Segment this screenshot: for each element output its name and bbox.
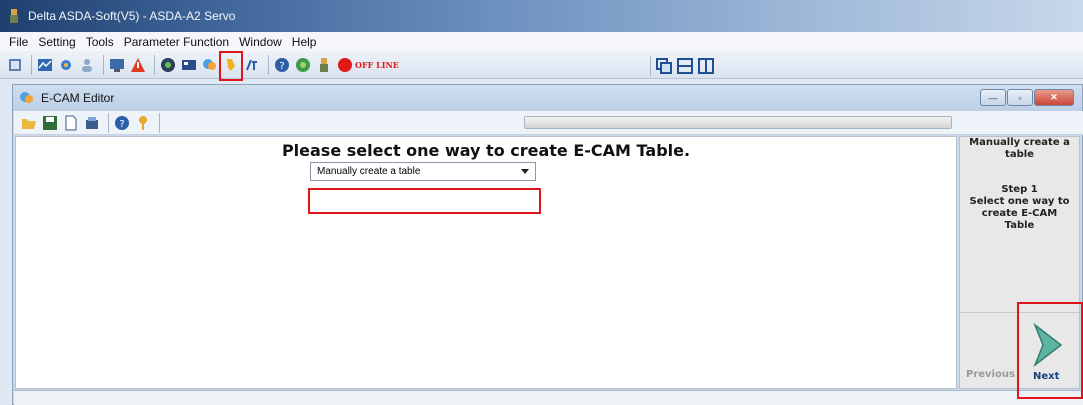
step-title: Step 1	[1001, 184, 1038, 195]
offline-indicator-icon	[338, 57, 352, 72]
wizard-heading: Please select one way to create E-CAM Ta…	[281, 141, 691, 160]
close-button[interactable]: ✕	[1034, 89, 1074, 106]
menu-file[interactable]: File	[4, 35, 33, 49]
ecam-editor-icon[interactable]	[201, 56, 219, 74]
title-bar: Delta ASDA-Soft(V5) - ASDA-A2 Servo	[0, 0, 1083, 32]
ecam-window-icon	[20, 92, 33, 103]
new-document-icon[interactable]	[62, 114, 80, 132]
create-method-value: Manually create a table	[317, 166, 421, 177]
help-icon[interactable]: ?	[273, 56, 291, 74]
menu-parameter-function[interactable]: Parameter Function	[119, 35, 234, 49]
scope-icon[interactable]	[36, 56, 54, 74]
write-to-drive-icon[interactable]	[83, 114, 101, 132]
servo-on-icon[interactable]	[315, 56, 333, 74]
tuning-icon[interactable]	[57, 56, 75, 74]
cascade-windows-icon[interactable]	[655, 57, 673, 75]
next-highlight	[1017, 302, 1083, 399]
save-icon[interactable]	[41, 114, 59, 132]
step-description: Select one way to create E-CAM Table	[969, 196, 1070, 231]
window-title: Delta ASDA-Soft(V5) - ASDA-A2 Servo	[28, 9, 236, 23]
menu-tools[interactable]: Tools	[81, 35, 119, 49]
tile-vertical-icon[interactable]	[697, 57, 715, 75]
method-title: Manually create a table	[969, 137, 1070, 160]
status-bar	[14, 390, 1083, 405]
ecam-title-bar: E-CAM Editor — ▫ ✕	[13, 85, 1082, 111]
maximize-button[interactable]: ▫	[1007, 89, 1033, 106]
svg-text:?: ?	[119, 119, 124, 130]
ecam-window-title: E-CAM Editor	[41, 91, 115, 105]
app-icon	[10, 9, 18, 23]
select-highlight	[308, 188, 541, 214]
analysis-icon[interactable]	[243, 56, 261, 74]
menu-setting[interactable]: Setting	[33, 35, 80, 49]
chevron-down-icon	[521, 169, 529, 174]
menu-bar: File Setting Tools Parameter Function Wi…	[0, 32, 1083, 51]
user-icon[interactable]	[78, 56, 96, 74]
ecam-help-icon[interactable]: ?	[113, 114, 131, 132]
monitor-icon[interactable]	[108, 56, 126, 74]
ecam-icon-highlight	[219, 51, 243, 81]
main-toolbar: ? OFF LINE	[0, 51, 1083, 79]
io-icon[interactable]	[180, 56, 198, 74]
minimize-button[interactable]: —	[980, 89, 1006, 106]
wizard-panel: Please select one way to create E-CAM Ta…	[15, 136, 957, 389]
globe-icon[interactable]	[294, 56, 312, 74]
menu-window[interactable]: Window	[234, 35, 287, 49]
menu-help[interactable]: Help	[287, 35, 322, 49]
svg-text:?: ?	[279, 61, 284, 72]
create-method-select[interactable]: Manually create a table	[310, 162, 536, 181]
alarm-icon[interactable]	[129, 56, 147, 74]
previous-button[interactable]: Previous	[966, 369, 1015, 380]
ecam-toolbar: ?	[14, 111, 1083, 135]
open-file-icon[interactable]	[20, 114, 38, 132]
progress-bar	[524, 116, 952, 129]
tile-horizontal-icon[interactable]	[676, 57, 694, 75]
password-icon[interactable]	[134, 114, 152, 132]
offline-status: OFF LINE	[338, 57, 399, 72]
connection-icon[interactable]	[6, 56, 24, 74]
offline-label: OFF LINE	[355, 59, 399, 70]
ecam-editor-window: E-CAM Editor — ▫ ✕ ? Please select one w…	[12, 84, 1083, 405]
diagnosis-icon[interactable]	[159, 56, 177, 74]
